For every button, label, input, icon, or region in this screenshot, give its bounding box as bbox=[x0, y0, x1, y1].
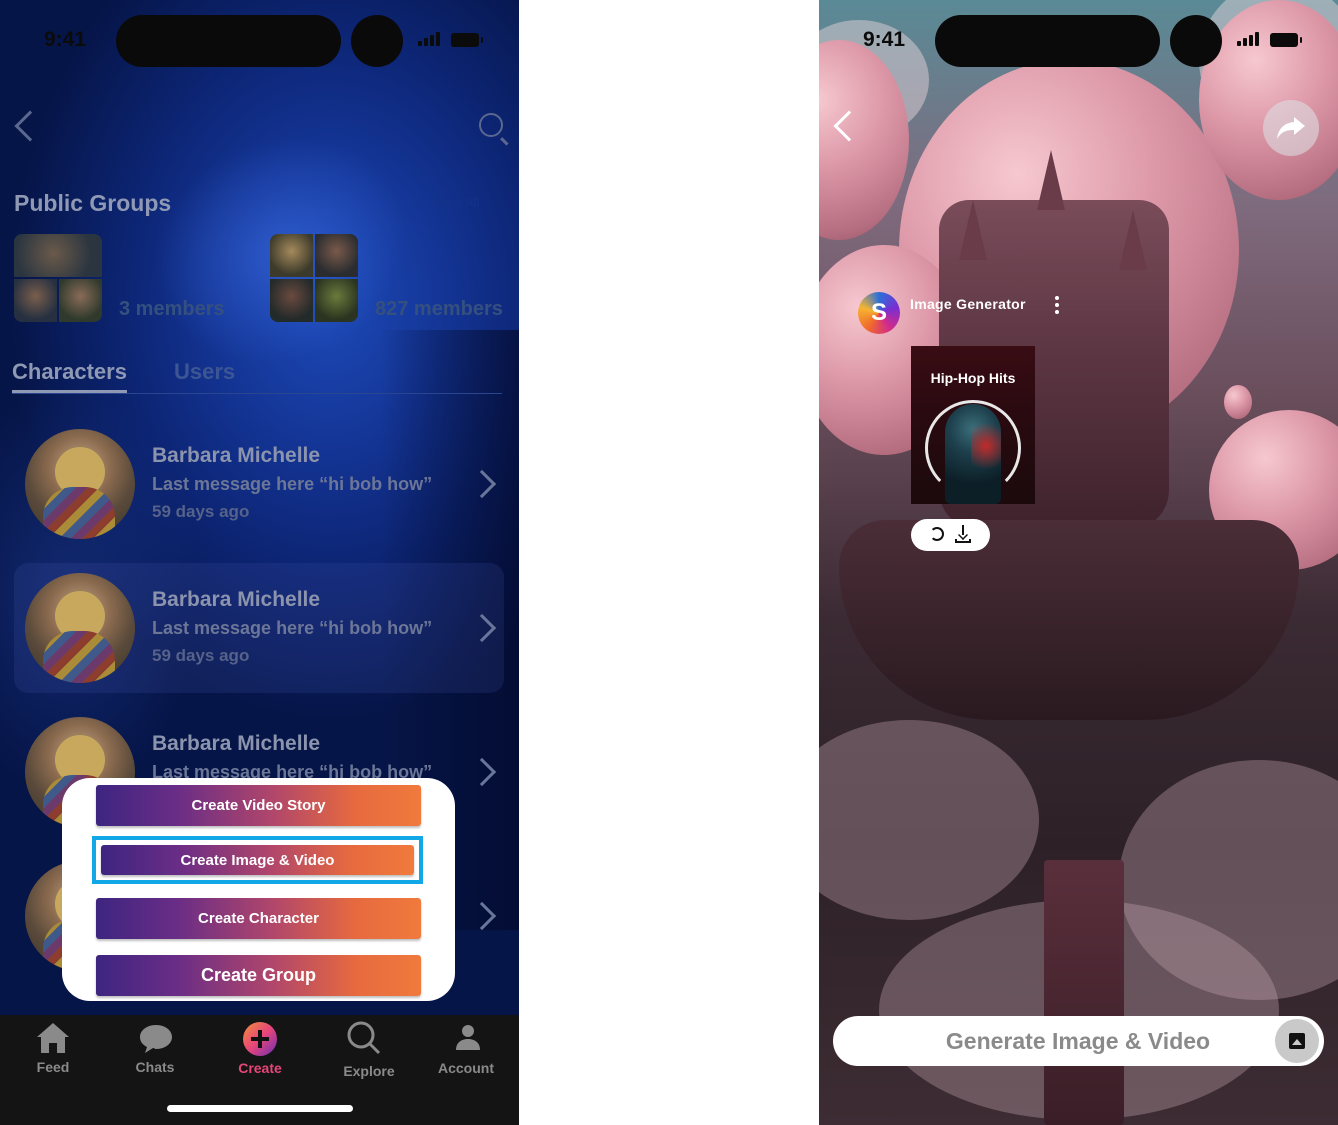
public-groups-title: Public Groups bbox=[14, 190, 172, 216]
signal-icon bbox=[1237, 32, 1259, 46]
nav-chats[interactable]: Chats bbox=[110, 1015, 200, 1095]
camera-cutout bbox=[351, 15, 403, 67]
battery-icon bbox=[1270, 33, 1302, 47]
view-all-link[interactable]: View All bbox=[434, 195, 479, 210]
nav-label: Feed bbox=[36, 1059, 70, 1075]
download-icon[interactable] bbox=[955, 525, 971, 543]
signal-icon bbox=[418, 32, 440, 46]
create-group-button[interactable]: Create Group bbox=[96, 955, 421, 996]
home-indicator bbox=[167, 1105, 353, 1112]
nav-explore[interactable]: Explore bbox=[324, 1015, 414, 1095]
plus-circle-icon bbox=[243, 1022, 277, 1056]
dynamic-island bbox=[935, 15, 1160, 67]
create-video-story-button[interactable]: Create Video Story bbox=[96, 785, 421, 826]
camera-cutout bbox=[1170, 15, 1222, 67]
nav-label: Chats bbox=[135, 1059, 175, 1075]
search-icon bbox=[347, 1021, 381, 1055]
dynamic-island bbox=[116, 15, 341, 67]
tab-users[interactable]: Users bbox=[174, 359, 235, 385]
group-avatar-collage[interactable] bbox=[270, 234, 358, 322]
group-members-count: 3 members bbox=[119, 298, 225, 320]
card-glow bbox=[971, 416, 1001, 476]
create-character-button[interactable]: Create Character bbox=[96, 898, 421, 939]
regenerate-icon[interactable] bbox=[930, 527, 944, 541]
generate-input-placeholder: Generate Image & Video bbox=[945, 1028, 1211, 1054]
nav-account[interactable]: Account bbox=[421, 1015, 511, 1095]
chat-name: Barbara Michelle bbox=[152, 444, 321, 467]
share-arrow-icon bbox=[1277, 117, 1305, 139]
tab-divider bbox=[12, 393, 502, 394]
status-time: 9:41 bbox=[863, 28, 906, 51]
avatar bbox=[25, 429, 135, 539]
group-avatar-collage[interactable] bbox=[14, 234, 102, 322]
generator-name: Image Generator bbox=[910, 296, 1026, 312]
more-options-icon[interactable] bbox=[1055, 296, 1060, 314]
image-icon bbox=[1289, 1033, 1305, 1049]
nav-create[interactable]: Create bbox=[215, 1015, 305, 1095]
card-title: Hip-Hop Hits bbox=[930, 370, 1016, 386]
nav-label: Explore bbox=[343, 1063, 395, 1079]
search-icon[interactable] bbox=[479, 113, 503, 137]
chat-bubble-icon bbox=[140, 1025, 172, 1053]
background-island bbox=[839, 520, 1299, 720]
battery-icon bbox=[451, 33, 483, 47]
right-screen bbox=[819, 0, 1338, 1125]
background-spire bbox=[1119, 210, 1147, 270]
home-icon bbox=[37, 1023, 69, 1053]
left-screen: 9:41 Public Groups View All 3 members 82… bbox=[0, 0, 519, 1125]
back-arrow-icon[interactable] bbox=[14, 110, 46, 142]
chat-time: 59 days ago bbox=[152, 502, 250, 521]
background-spire bbox=[959, 200, 987, 260]
chat-last-message: Last message here “hi bob how” bbox=[152, 474, 433, 494]
tab-characters[interactable]: Characters bbox=[12, 359, 127, 385]
share-button[interactable] bbox=[1263, 100, 1319, 156]
person-icon bbox=[456, 1025, 480, 1050]
background-spire bbox=[1037, 150, 1065, 210]
background-cloud bbox=[819, 720, 1039, 920]
nav-label: Create bbox=[238, 1060, 282, 1076]
generate-input[interactable]: Generate Image & Video bbox=[833, 1016, 1324, 1066]
status-time: 9:41 bbox=[44, 28, 87, 51]
chat-name: Barbara Michelle bbox=[152, 588, 321, 611]
generator-logo-icon: S bbox=[870, 299, 887, 326]
group-members-count: 827 members bbox=[375, 298, 503, 320]
generated-image-card[interactable]: Hip-Hop Hits bbox=[911, 346, 1035, 504]
avatar bbox=[25, 573, 135, 683]
background-tower bbox=[1044, 860, 1124, 1125]
tab-active-indicator bbox=[12, 390, 127, 393]
chat-name: Barbara Michelle bbox=[152, 732, 321, 755]
nav-label: Account bbox=[438, 1060, 494, 1076]
generator-avatar: S bbox=[858, 292, 900, 334]
attach-image-button[interactable] bbox=[1275, 1019, 1319, 1063]
nav-feed[interactable]: Feed bbox=[8, 1015, 98, 1095]
chat-last-message: Last message here “hi bob how” bbox=[152, 618, 433, 638]
chat-time: 59 days ago bbox=[152, 646, 250, 665]
background-balloon bbox=[1224, 385, 1252, 419]
image-actions-pill bbox=[911, 519, 990, 551]
create-image-video-button[interactable]: Create Image & Video bbox=[101, 845, 414, 875]
